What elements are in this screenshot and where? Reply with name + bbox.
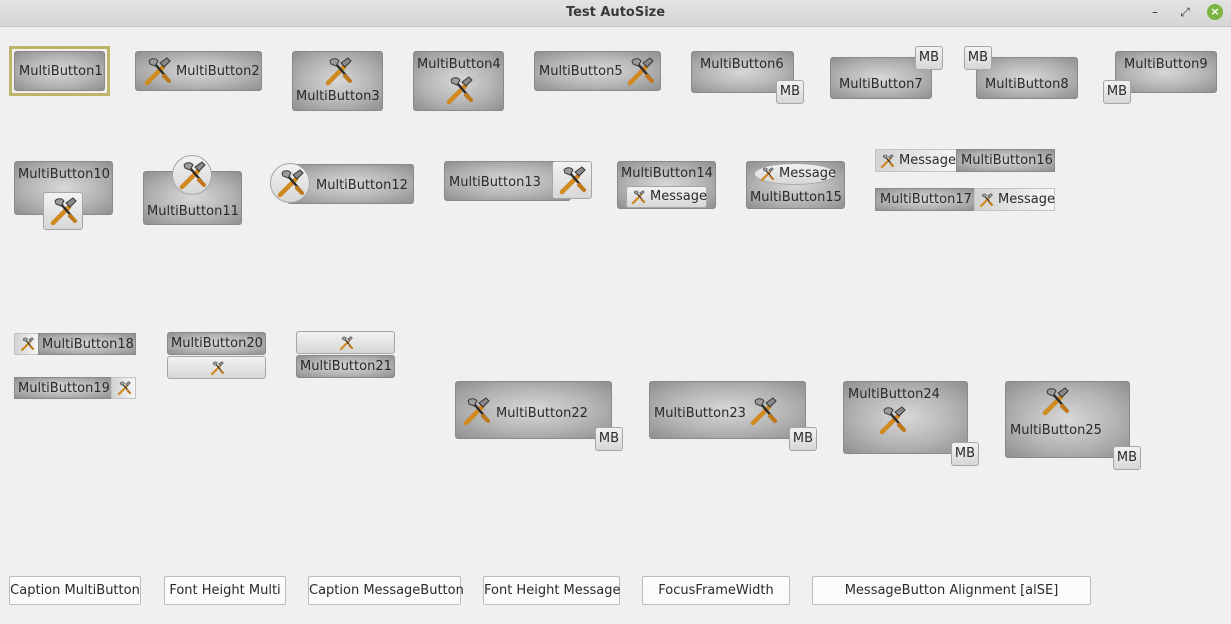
hammer-wrench-icon xyxy=(443,74,475,106)
multi-button-caption: MultiButton3 xyxy=(296,89,380,104)
focus-frame-width-button[interactable]: FocusFrameWidth xyxy=(642,576,790,605)
multi-button-caption: MultiButton6 xyxy=(700,57,784,72)
message-button-caption: Message xyxy=(899,153,956,168)
multi-button-caption: MultiButton7 xyxy=(839,77,923,92)
multi-button-caption: MultiButton10 xyxy=(18,167,110,182)
message-button-caption: Message xyxy=(779,166,836,181)
multi-button-25[interactable]: MultiButton25 xyxy=(1005,381,1130,458)
multi-button-caption: MultiButton2 xyxy=(176,64,260,79)
message-button[interactable]: MB xyxy=(964,46,992,70)
hammer-wrench-icon xyxy=(978,192,994,208)
message-button[interactable] xyxy=(552,161,592,199)
multi-button-caption: MultiButton13 xyxy=(449,175,541,190)
multi-button-caption: MultiButton21 xyxy=(300,359,392,374)
hammer-wrench-icon xyxy=(1039,385,1071,417)
multi-button-caption: MultiButton1 xyxy=(19,64,103,79)
multi-button-17[interactable]: MultiButton17 xyxy=(875,188,975,211)
multi-button-4[interactable]: MultiButton4 xyxy=(413,51,504,111)
message-button[interactable] xyxy=(111,377,136,399)
multi-button-caption: MultiButton19 xyxy=(18,381,110,396)
message-button[interactable] xyxy=(43,192,83,230)
hammer-wrench-icon xyxy=(630,189,646,205)
message-button[interactable] xyxy=(14,333,39,355)
message-button[interactable]: MB xyxy=(915,46,943,70)
hammer-wrench-icon xyxy=(176,159,208,191)
caption-multibutton-button[interactable]: Caption MultiButton xyxy=(9,576,141,605)
multi-button-3[interactable]: MultiButton3 xyxy=(292,51,383,111)
multi-button-caption: MultiButton16 xyxy=(961,153,1053,168)
hammer-wrench-icon xyxy=(338,335,354,351)
message-button[interactable] xyxy=(270,163,310,203)
hammer-wrench-icon xyxy=(876,404,908,436)
multi-button-24[interactable]: MultiButton24 xyxy=(843,381,968,454)
multi-button-1[interactable]: MultiButton1 xyxy=(14,51,105,91)
hammer-wrench-icon xyxy=(624,55,656,87)
message-button[interactable]: Message xyxy=(974,188,1055,211)
hammer-wrench-icon xyxy=(322,55,354,87)
hammer-wrench-icon xyxy=(759,166,775,182)
multi-button-16[interactable]: MultiButton16 xyxy=(956,149,1055,172)
message-button[interactable]: Message xyxy=(754,163,836,185)
multi-button-caption: MultiButton5 xyxy=(539,64,623,79)
hammer-wrench-icon xyxy=(141,55,173,87)
hammer-wrench-icon xyxy=(19,336,35,352)
message-button[interactable]: MB xyxy=(951,442,979,466)
multi-button-caption: MultiButton12 xyxy=(316,178,408,193)
hammer-wrench-icon xyxy=(747,395,779,427)
messagebutton-alignment-button[interactable]: MessageButton Alignment [alSE] xyxy=(812,576,1091,605)
message-button[interactable]: Message xyxy=(626,186,707,208)
multi-button-caption: MultiButton15 xyxy=(750,190,842,205)
multi-button-caption: MultiButton23 xyxy=(654,406,746,421)
font-height-message-button[interactable]: Font Height Message xyxy=(483,576,621,605)
multi-button-caption: MultiButton24 xyxy=(848,387,940,402)
multi-button-19[interactable]: MultiButton19 xyxy=(14,377,112,399)
multi-button-20[interactable]: MultiButton20 xyxy=(167,332,266,355)
hammer-wrench-icon xyxy=(274,167,306,199)
message-button[interactable] xyxy=(167,356,266,379)
hammer-wrench-icon xyxy=(556,164,588,196)
multi-button-caption: MultiButton17 xyxy=(880,192,972,207)
hammer-wrench-icon xyxy=(460,395,492,427)
caption-messagebutton-button[interactable]: Caption MessageButton xyxy=(308,576,464,605)
message-button[interactable]: Message xyxy=(875,149,957,172)
hammer-wrench-icon xyxy=(47,195,79,227)
multi-button-18[interactable]: MultiButton18 xyxy=(38,333,136,355)
message-button[interactable]: MB xyxy=(776,80,804,104)
multi-button-22[interactable]: MultiButton22 xyxy=(455,381,612,439)
message-button[interactable]: MB xyxy=(1113,446,1141,470)
hammer-wrench-icon xyxy=(209,360,225,376)
hammer-wrench-icon xyxy=(116,380,132,396)
message-button-caption: Message xyxy=(650,189,707,204)
multi-button-caption: MultiButton8 xyxy=(985,77,1069,92)
message-button[interactable]: MB xyxy=(595,427,623,451)
window-titlebar: Test AutoSize – ⤢ × xyxy=(0,0,1231,27)
font-height-multi-button[interactable]: Font Height Multi xyxy=(164,576,286,605)
restore-button[interactable]: ⤢ xyxy=(1177,4,1193,20)
message-button[interactable] xyxy=(296,331,395,354)
multi-button-2[interactable]: MultiButton2 xyxy=(135,51,262,91)
multi-button-21[interactable]: MultiButton21 xyxy=(296,355,395,378)
multi-button-5[interactable]: MultiButton5 xyxy=(534,51,661,91)
hammer-wrench-icon xyxy=(879,153,895,169)
multi-button-23[interactable]: MultiButton23 xyxy=(649,381,806,439)
window-title: Test AutoSize xyxy=(565,5,666,20)
multi-button-caption: MultiButton14 xyxy=(621,166,713,181)
multi-button-caption: MultiButton18 xyxy=(42,337,134,352)
message-button-caption: Message xyxy=(998,192,1055,207)
message-button[interactable] xyxy=(172,155,212,195)
multi-button-caption: MultiButton4 xyxy=(417,57,501,72)
minimize-button[interactable]: – xyxy=(1147,4,1163,20)
multi-button-caption: MultiButton25 xyxy=(1010,423,1102,438)
multi-button-caption: MultiButton20 xyxy=(171,336,263,351)
message-button[interactable]: MB xyxy=(1103,80,1131,104)
multi-button-caption: MultiButton22 xyxy=(496,406,588,421)
close-button[interactable]: × xyxy=(1207,4,1223,20)
message-button[interactable]: MB xyxy=(789,427,817,451)
multi-button-caption: MultiButton9 xyxy=(1124,57,1208,72)
multi-button-caption: MultiButton11 xyxy=(147,204,239,219)
